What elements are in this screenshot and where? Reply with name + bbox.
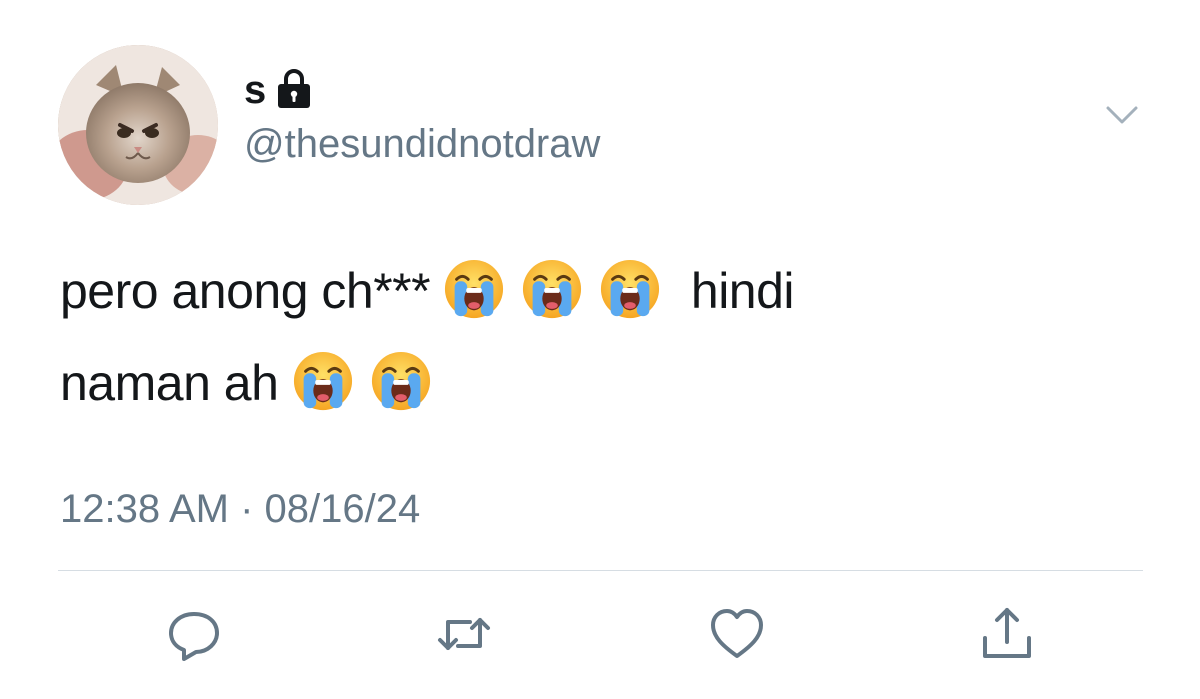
display-name[interactable]: s	[244, 66, 266, 114]
emoji-group-2	[292, 351, 448, 411]
heart-icon[interactable]	[705, 602, 769, 666]
share-icon[interactable]	[975, 602, 1039, 666]
chevron-down-icon[interactable]	[1102, 100, 1142, 130]
display-name-row[interactable]: s	[244, 66, 312, 114]
user-handle[interactable]: @thesundidnotdraw	[244, 120, 600, 168]
tweet-text: pero anong ch*** hindi naman ah	[60, 245, 1140, 429]
tweet-line-2: naman ah	[60, 337, 1140, 429]
cat-photo	[58, 45, 218, 205]
emoji-group-1	[443, 259, 677, 319]
tweet-timestamp[interactable]: 12:38 AM · 08/16/24	[60, 485, 420, 533]
loudly-crying-face-icon	[371, 351, 430, 411]
avatar[interactable]	[58, 45, 218, 205]
tweet-text-part: naman ah	[60, 355, 279, 411]
divider	[58, 570, 1143, 571]
loudly-crying-face-icon	[445, 259, 504, 319]
retweet-icon[interactable]	[432, 602, 496, 666]
loudly-crying-face-icon	[293, 351, 352, 411]
loudly-crying-face-icon	[601, 259, 660, 319]
lock-icon	[276, 68, 312, 108]
tweet-text-part: hindi	[690, 263, 795, 319]
tweet-line-1: pero anong ch*** hindi	[60, 245, 1140, 337]
tweet-text-part: pero anong ch***	[60, 263, 431, 319]
reply-icon[interactable]	[162, 602, 226, 666]
loudly-crying-face-icon	[523, 259, 582, 319]
